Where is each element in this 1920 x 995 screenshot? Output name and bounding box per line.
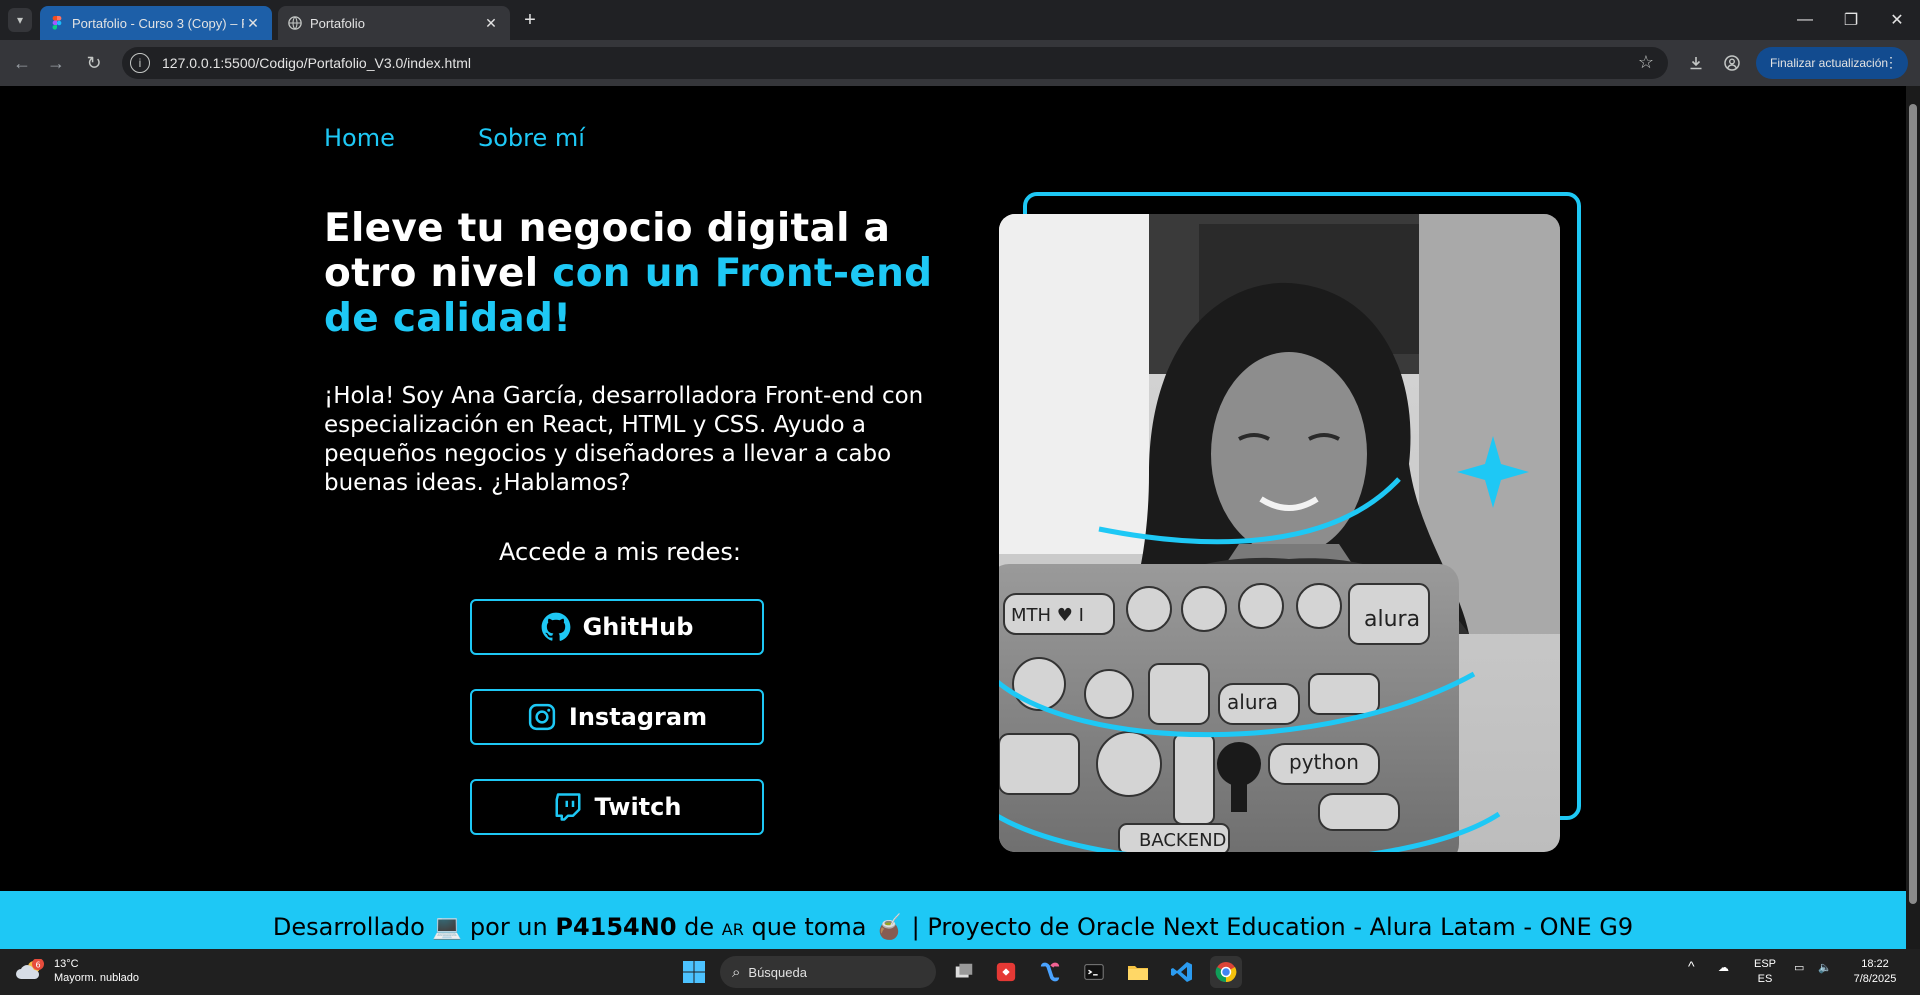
language-top: ESP [1754, 958, 1777, 970]
windows-taskbar: 6 13°C Mayorm. nublado ⌕ Búsqueda ^ ☁ ES… [0, 949, 1920, 995]
minimize-icon[interactable]: — [1782, 0, 1828, 40]
svg-text:MTH ♥ I: MTH ♥ I [1011, 605, 1084, 626]
windows-start-icon[interactable] [678, 956, 710, 988]
app-red-icon[interactable] [990, 956, 1022, 988]
scrollbar[interactable] [1906, 86, 1920, 949]
flag-icon: AR [721, 920, 744, 939]
search-icon: ⌕ [732, 963, 741, 981]
twitch-button[interactable]: Twitch [470, 779, 764, 835]
url-text[interactable]: 127.0.0.1:5500/Codigo/Portafolio_V3.0/in… [162, 55, 471, 71]
tab-title: Portafolio [310, 15, 365, 31]
reload-icon[interactable]: ↻ [82, 51, 106, 75]
footer-alias: P4154N0 [555, 913, 677, 941]
page-title: Eleve tu negocio digital a otro nivel co… [324, 206, 944, 341]
instagram-icon [528, 703, 556, 731]
footer-part: Desarrollado [272, 913, 433, 941]
tab-figma[interactable]: Portafolio - Curso 3 (Copy) – Fig ✕ [40, 6, 272, 40]
address-bar[interactable]: i 127.0.0.1:5500/Codigo/Portafolio_V3.0/… [122, 47, 1668, 79]
language-indicator[interactable]: ESP ES [1754, 957, 1776, 987]
footer-part: | Proyecto de Oracle Next Education - Al… [904, 913, 1634, 941]
twitch-button-label: Twitch [594, 793, 682, 821]
profile-icon[interactable] [1720, 51, 1744, 75]
tab-search-button[interactable]: ▾ [8, 8, 32, 32]
onedrive-icon[interactable]: ☁ [1718, 961, 1729, 976]
back-icon[interactable]: ← [10, 51, 34, 75]
profile-photo: MTH ♥ I alura python alura BACKEND [999, 214, 1560, 852]
vscode-icon[interactable] [1166, 956, 1198, 988]
clock[interactable]: 18:22 7/8/2025 [1846, 957, 1904, 987]
footer-part: que toma [743, 913, 875, 941]
footer-part: por un [462, 913, 556, 941]
footer-text: Desarrollado 💻 por un P4154N0 de AR que … [273, 899, 1633, 941]
network-icon[interactable]: ▭ [1794, 961, 1804, 976]
tab-portafolio[interactable]: Portafolio ✕ [278, 6, 510, 40]
figma-icon [52, 16, 62, 30]
weather-badge: 6 [35, 961, 40, 970]
more-menu-icon[interactable]: ⋮ [1884, 54, 1898, 71]
weather-desc: Mayorm. nublado [54, 972, 139, 984]
close-window-icon[interactable]: ✕ [1874, 0, 1920, 40]
scrollbar-thumb[interactable] [1909, 104, 1917, 904]
instagram-button[interactable]: Instagram [470, 689, 764, 745]
github-button[interactable]: GhitHub [470, 599, 764, 655]
cloud-icon: 6 [16, 959, 44, 979]
terminal-icon[interactable] [1078, 956, 1110, 988]
clock-date: 7/8/2025 [1853, 973, 1897, 985]
search-placeholder: Búsqueda [748, 964, 807, 980]
github-icon [541, 612, 570, 641]
svg-text:alura: alura [1227, 690, 1278, 714]
new-tab-button[interactable]: + [518, 8, 542, 32]
profile-photo-illustration: MTH ♥ I alura python alura BACKEND [999, 214, 1560, 852]
mate-icon: 🧉 [874, 913, 905, 941]
globe-icon [288, 16, 302, 30]
nav-sobre-mi-link[interactable]: Sobre mí [478, 124, 585, 152]
browser-tab-bar: ▾ Portafolio - Curso 3 (Copy) – Fig ✕ Po… [0, 0, 1920, 40]
laptop-icon: 💻 [432, 913, 463, 941]
tray-overflow-icon[interactable]: ^ [1688, 959, 1695, 974]
language-bottom: ES [1757, 973, 1773, 985]
svg-text:python: python [1289, 750, 1359, 774]
chrome-icon[interactable] [1210, 956, 1242, 988]
instagram-button-label: Instagram [568, 703, 708, 731]
intro-paragraph: ¡Hola! Soy Ana García, desarrolladora Fr… [324, 383, 924, 496]
restore-icon[interactable]: ❐ [1828, 0, 1874, 40]
close-tab-icon[interactable]: ✕ [482, 15, 500, 32]
clock-time: 18:22 [1861, 958, 1889, 970]
social-label: Accede a mis redes: [499, 538, 741, 566]
bookmark-star-icon[interactable]: ☆ [1638, 52, 1654, 73]
close-tab-icon[interactable]: ✕ [244, 15, 262, 32]
task-view-icon[interactable] [948, 956, 980, 988]
browser-toolbar: ← → ↻ i 127.0.0.1:5500/Codigo/Portafolio… [0, 40, 1920, 86]
taskbar-search[interactable]: ⌕ Búsqueda [720, 956, 936, 988]
weather-widget[interactable]: 6 13°C Mayorm. nublado [16, 957, 139, 985]
twitch-icon [555, 793, 581, 821]
volume-icon[interactable]: 🔈 [1818, 961, 1832, 976]
svg-text:BACKEND: BACKEND [1139, 830, 1226, 851]
tab-title: Portafolio - Curso 3 (Copy) – Fig [72, 15, 244, 31]
svg-text:alura: alura [1364, 607, 1420, 632]
update-button[interactable]: Finalizar actualización ⋮ [1756, 47, 1908, 79]
update-button-label: Finalizar actualización [1770, 56, 1889, 70]
download-icon[interactable] [1684, 51, 1708, 75]
footer: Desarrollado 💻 por un P4154N0 de AR que … [0, 891, 1906, 949]
footer-part: de [676, 913, 722, 941]
file-explorer-icon[interactable] [1122, 956, 1154, 988]
github-button-label: GhitHub [582, 613, 694, 641]
nav-home-link[interactable]: Home [324, 124, 395, 152]
forward-icon[interactable]: → [44, 51, 68, 75]
site-info-icon[interactable]: i [130, 53, 150, 73]
copilot-icon[interactable] [1034, 956, 1066, 988]
weather-temp: 13°C [54, 958, 79, 970]
page-viewport: Home Sobre mí Eleve tu negocio digital a… [0, 86, 1906, 949]
